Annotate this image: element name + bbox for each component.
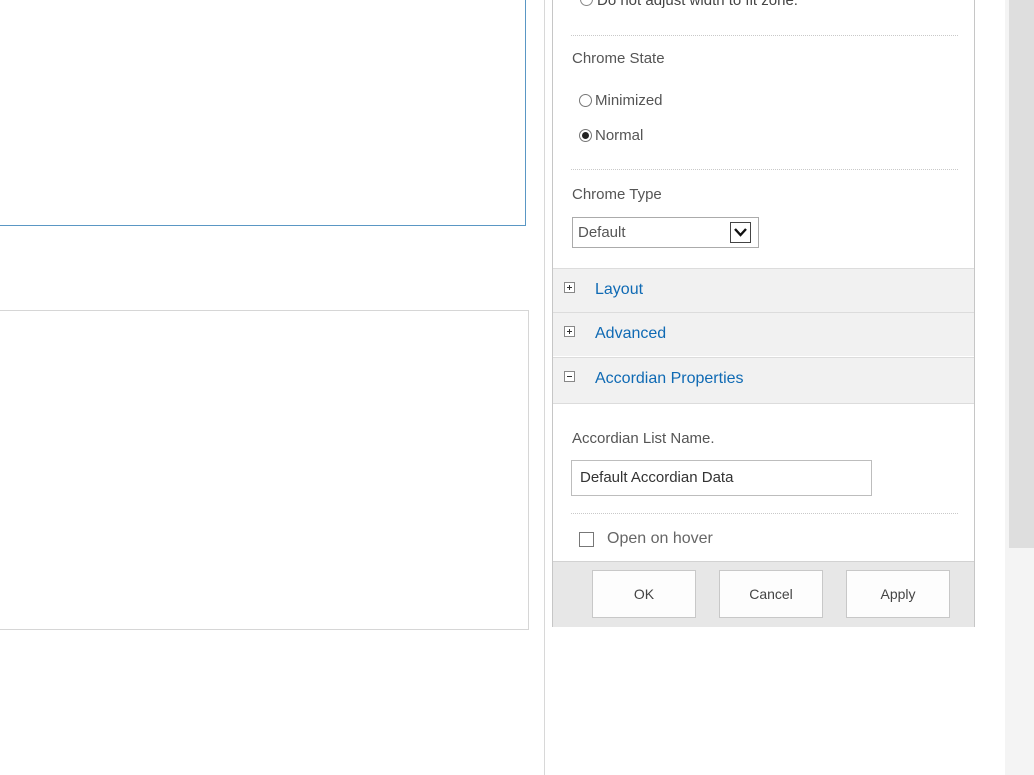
radio-normal[interactable]: Normal <box>579 127 643 144</box>
open-on-hover-option[interactable]: Open on hover <box>579 530 713 548</box>
fixed-width-option-cropped[interactable]: Do not adjust width to fit zone. <box>580 0 798 9</box>
radio-minimized[interactable]: Minimized <box>579 92 663 109</box>
radio-icon <box>580 0 593 6</box>
expand-plus-icon[interactable] <box>564 282 575 293</box>
chrome-type-label: Chrome Type <box>572 186 662 203</box>
section-accordian-properties[interactable]: Accordian Properties <box>553 357 974 404</box>
checkbox-icon[interactable] <box>579 531 594 547</box>
section-advanced-title[interactable]: Advanced <box>595 325 666 343</box>
separator <box>571 169 958 170</box>
radio-unchecked-icon <box>579 94 592 107</box>
cancel-button[interactable]: Cancel <box>719 570 823 618</box>
expand-plus-icon[interactable] <box>564 326 575 337</box>
section-advanced[interactable]: Advanced <box>553 312 974 356</box>
section-layout[interactable]: Layout <box>553 268 974 312</box>
separator <box>571 513 958 514</box>
ok-button[interactable]: OK <box>592 570 696 618</box>
apply-button[interactable]: Apply <box>846 570 950 618</box>
separator <box>571 35 958 36</box>
web-part-zone[interactable] <box>0 310 529 630</box>
section-layout-title[interactable]: Layout <box>595 281 643 299</box>
chrome-state-label: Chrome State <box>572 50 665 67</box>
radio-minimized-label: Minimized <box>595 92 663 109</box>
open-on-hover-label: Open on hover <box>607 530 713 547</box>
chrome-type-value: Default <box>578 224 626 241</box>
web-part-zone-selected[interactable] <box>0 0 526 226</box>
collapse-minus-icon[interactable] <box>564 371 575 382</box>
chevron-down-icon[interactable] <box>730 222 751 243</box>
chrome-type-select[interactable]: Default <box>572 217 759 248</box>
page-divider <box>544 0 545 775</box>
section-accordian-title[interactable]: Accordian Properties <box>595 370 744 388</box>
radio-checked-icon <box>579 129 592 142</box>
scrollbar-thumb[interactable] <box>1009 0 1034 548</box>
accordian-list-name-label: Accordian List Name. <box>572 430 715 447</box>
accordian-list-name-input[interactable]: Default Accordian Data <box>571 460 872 496</box>
radio-normal-label: Normal <box>595 127 644 144</box>
